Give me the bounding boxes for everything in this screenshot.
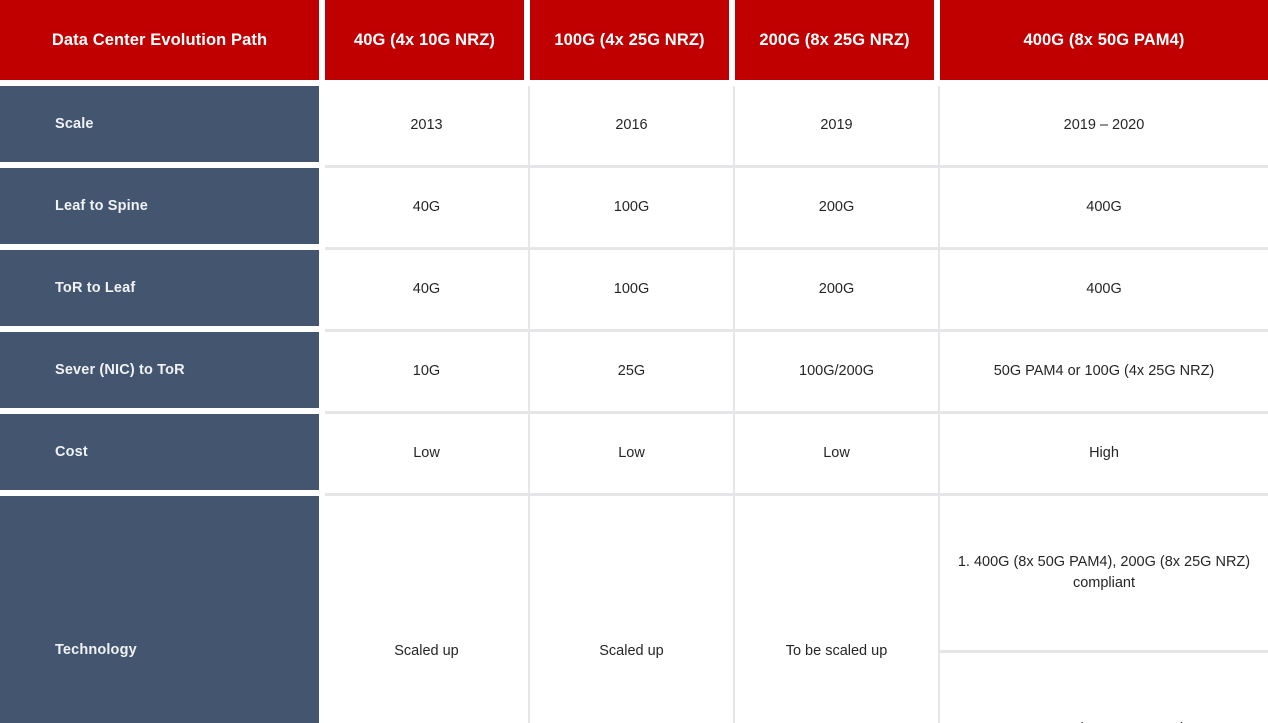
cell-leaf-to-spine-40g: 40G — [325, 168, 530, 250]
cell-cost-200g: Low — [735, 414, 940, 496]
row-label-cost: Cost — [0, 414, 325, 496]
cell-cost-100g: Low — [530, 414, 735, 496]
table-row-cost: Cost Low Low Low High — [0, 414, 1268, 496]
cell-sever-nic-to-tor-100g: 25G — [530, 332, 735, 414]
cell-technology-400g: 1. 400G (8x 50G PAM4), 200G (8x 25G NRZ)… — [940, 496, 1268, 723]
cell-cost-40g: Low — [325, 414, 530, 496]
technology-400g-subrow-2: 2. 400G (4x 100G PAM4) — [940, 653, 1268, 723]
header-cell-100g: 100G (4x 25G NRZ) — [530, 0, 735, 86]
table-row-tor-to-leaf: ToR to Leaf 40G 100G 200G 400G — [0, 250, 1268, 332]
cell-scale-400g: 2019 – 2020 — [940, 86, 1268, 168]
row-label-scale: Scale — [0, 86, 325, 168]
row-label-leaf-to-spine: Leaf to Spine — [0, 168, 325, 250]
table-header: Data Center Evolution Path 40G (4x 10G N… — [0, 0, 1268, 86]
cell-technology-200g: To be scaled up — [735, 496, 940, 723]
cell-scale-40g: 2013 — [325, 86, 530, 168]
header-cell-40g: 40G (4x 10G NRZ) — [325, 0, 530, 86]
cell-technology-400g-item-1: 1. 400G (8x 50G PAM4), 200G (8x 25G NRZ)… — [940, 496, 1268, 653]
cell-technology-100g: Scaled up — [530, 496, 735, 723]
table-row-technology: Technology Scaled up Scaled up To be sca… — [0, 496, 1268, 723]
cell-tor-to-leaf-100g: 100G — [530, 250, 735, 332]
data-center-evolution-table: Data Center Evolution Path 40G (4x 10G N… — [0, 0, 1268, 723]
cell-leaf-to-spine-400g: 400G — [940, 168, 1268, 250]
cell-tor-to-leaf-400g: 400G — [940, 250, 1268, 332]
header-cell-title: Data Center Evolution Path — [0, 0, 325, 86]
cell-leaf-to-spine-200g: 200G — [735, 168, 940, 250]
header-cell-200g: 200G (8x 25G NRZ) — [735, 0, 940, 86]
cell-cost-400g: High — [940, 414, 1268, 496]
row-label-sever-nic-to-tor: Sever (NIC) to ToR — [0, 332, 325, 414]
cell-scale-100g: 2016 — [530, 86, 735, 168]
table-row-scale: Scale 2013 2016 2019 2019 – 2020 — [0, 86, 1268, 168]
cell-sever-nic-to-tor-400g: 50G PAM4 or 100G (4x 25G NRZ) — [940, 332, 1268, 414]
technology-400g-subrow-1: 1. 400G (8x 50G PAM4), 200G (8x 25G NRZ)… — [940, 496, 1268, 653]
cell-leaf-to-spine-100g: 100G — [530, 168, 735, 250]
header-cell-400g: 400G (8x 50G PAM4) — [940, 0, 1268, 86]
table-row-leaf-to-spine: Leaf to Spine 40G 100G 200G 400G — [0, 168, 1268, 250]
cell-tor-to-leaf-40g: 40G — [325, 250, 530, 332]
table-body: Scale 2013 2016 2019 2019 – 2020 Leaf to… — [0, 86, 1268, 723]
technology-400g-subtable: 1. 400G (8x 50G PAM4), 200G (8x 25G NRZ)… — [940, 496, 1268, 723]
row-label-tor-to-leaf: ToR to Leaf — [0, 250, 325, 332]
cell-technology-400g-item-2: 2. 400G (4x 100G PAM4) — [940, 653, 1268, 723]
table-page: Data Center Evolution Path 40G (4x 10G N… — [0, 0, 1268, 723]
cell-scale-200g: 2019 — [735, 86, 940, 168]
row-label-technology: Technology — [0, 496, 325, 723]
table-row-sever-nic-to-tor: Sever (NIC) to ToR 10G 25G 100G/200G 50G… — [0, 332, 1268, 414]
cell-technology-40g: Scaled up — [325, 496, 530, 723]
cell-sever-nic-to-tor-200g: 100G/200G — [735, 332, 940, 414]
cell-sever-nic-to-tor-40g: 10G — [325, 332, 530, 414]
cell-tor-to-leaf-200g: 200G — [735, 250, 940, 332]
header-row: Data Center Evolution Path 40G (4x 10G N… — [0, 0, 1268, 86]
